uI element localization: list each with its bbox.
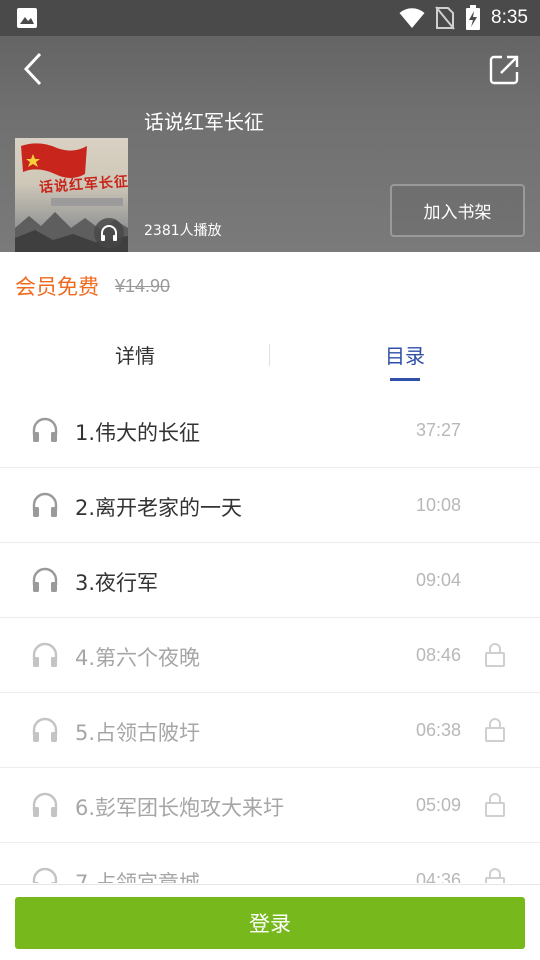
episode-duration: 10:08 bbox=[416, 495, 462, 515]
headphones-icon bbox=[101, 225, 117, 241]
headphones-icon bbox=[30, 490, 60, 520]
episode-duration: 04:36 bbox=[416, 870, 462, 883]
lock-icon bbox=[484, 642, 506, 668]
episode-item[interactable]: 6.彭军团长炮攻大来圩 05:09 bbox=[0, 768, 540, 843]
wifi-icon bbox=[399, 8, 425, 28]
episode-item[interactable]: 2.离开老家的一天 10:08 bbox=[0, 468, 540, 543]
book-title: 话说红军长征 bbox=[144, 110, 264, 134]
lock-icon bbox=[484, 867, 506, 883]
tab-details[interactable]: 详情 bbox=[0, 330, 270, 384]
status-bar: 8:35 bbox=[0, 0, 540, 36]
episode-title: 3.夜行军 bbox=[75, 571, 159, 595]
add-to-shelf-button[interactable]: 加入书架 bbox=[390, 184, 525, 237]
active-tab-indicator bbox=[390, 378, 420, 381]
episode-duration: 37:27 bbox=[416, 420, 462, 440]
episode-title: 4.第六个夜晚 bbox=[75, 646, 201, 670]
lock-icon bbox=[484, 792, 506, 818]
episode-title: 6.彭军团长炮攻大来圩 bbox=[75, 796, 285, 820]
login-button[interactable]: 登录 bbox=[15, 897, 525, 949]
headphones-icon bbox=[30, 715, 60, 745]
headphones-icon bbox=[30, 865, 60, 883]
episode-item[interactable]: 5.占领古陂圩 06:38 bbox=[0, 693, 540, 768]
headphones-icon bbox=[30, 565, 60, 595]
episode-title: 2.离开老家的一天 bbox=[75, 496, 243, 520]
episode-item[interactable]: 7.占领宜章城 04:36 bbox=[0, 843, 540, 883]
tab-catalog[interactable]: 目录 bbox=[270, 330, 540, 384]
episode-item[interactable]: 4.第六个夜晚 08:46 bbox=[0, 618, 540, 693]
gallery-icon bbox=[17, 8, 37, 28]
episode-title: 1.伟大的长征 bbox=[75, 421, 201, 445]
tab-bar: 详情 目录 bbox=[0, 330, 540, 384]
original-price: ¥14.90 bbox=[115, 275, 171, 296]
back-arrow-icon[interactable] bbox=[18, 50, 52, 88]
headphones-icon bbox=[30, 640, 60, 670]
no-sim-icon bbox=[435, 6, 455, 30]
vip-free-label: 会员免费 bbox=[15, 275, 99, 299]
headphones-icon bbox=[30, 790, 60, 820]
episode-list: 1.伟大的长征 37:27 2.离开老家的一天 10:08 3.夜行军 09:04 4.第六… bbox=[0, 393, 540, 883]
episode-duration: 05:09 bbox=[416, 795, 462, 815]
footer-bar: 登录 bbox=[0, 884, 540, 960]
book-header: 8:35 话说红军长征 话说红军长征 2381人播放 加入书架 bbox=[0, 0, 540, 252]
episode-title: 7.占领宜章城 bbox=[75, 871, 201, 883]
cover-play-button[interactable] bbox=[94, 218, 124, 248]
battery-icon bbox=[466, 5, 481, 30]
cover-subtitle-bar bbox=[51, 198, 123, 206]
share-icon[interactable] bbox=[488, 54, 520, 86]
status-time: 8:35 bbox=[491, 7, 528, 28]
episode-title: 5.占领古陂圩 bbox=[75, 721, 201, 745]
episode-duration: 09:04 bbox=[416, 570, 462, 590]
episode-item[interactable]: 3.夜行军 09:04 bbox=[0, 543, 540, 618]
book-cover[interactable]: 话说红军长征 bbox=[15, 138, 128, 252]
episode-item[interactable]: 1.伟大的长征 37:27 bbox=[0, 393, 540, 468]
play-count: 2381人播放 bbox=[144, 223, 222, 239]
headphones-icon bbox=[30, 415, 60, 445]
episode-duration: 08:46 bbox=[416, 645, 462, 665]
episode-duration: 06:38 bbox=[416, 720, 462, 740]
lock-icon bbox=[484, 717, 506, 743]
nav-bar bbox=[0, 36, 540, 106]
price-row: 会员免费 ¥14.90 bbox=[15, 270, 170, 302]
